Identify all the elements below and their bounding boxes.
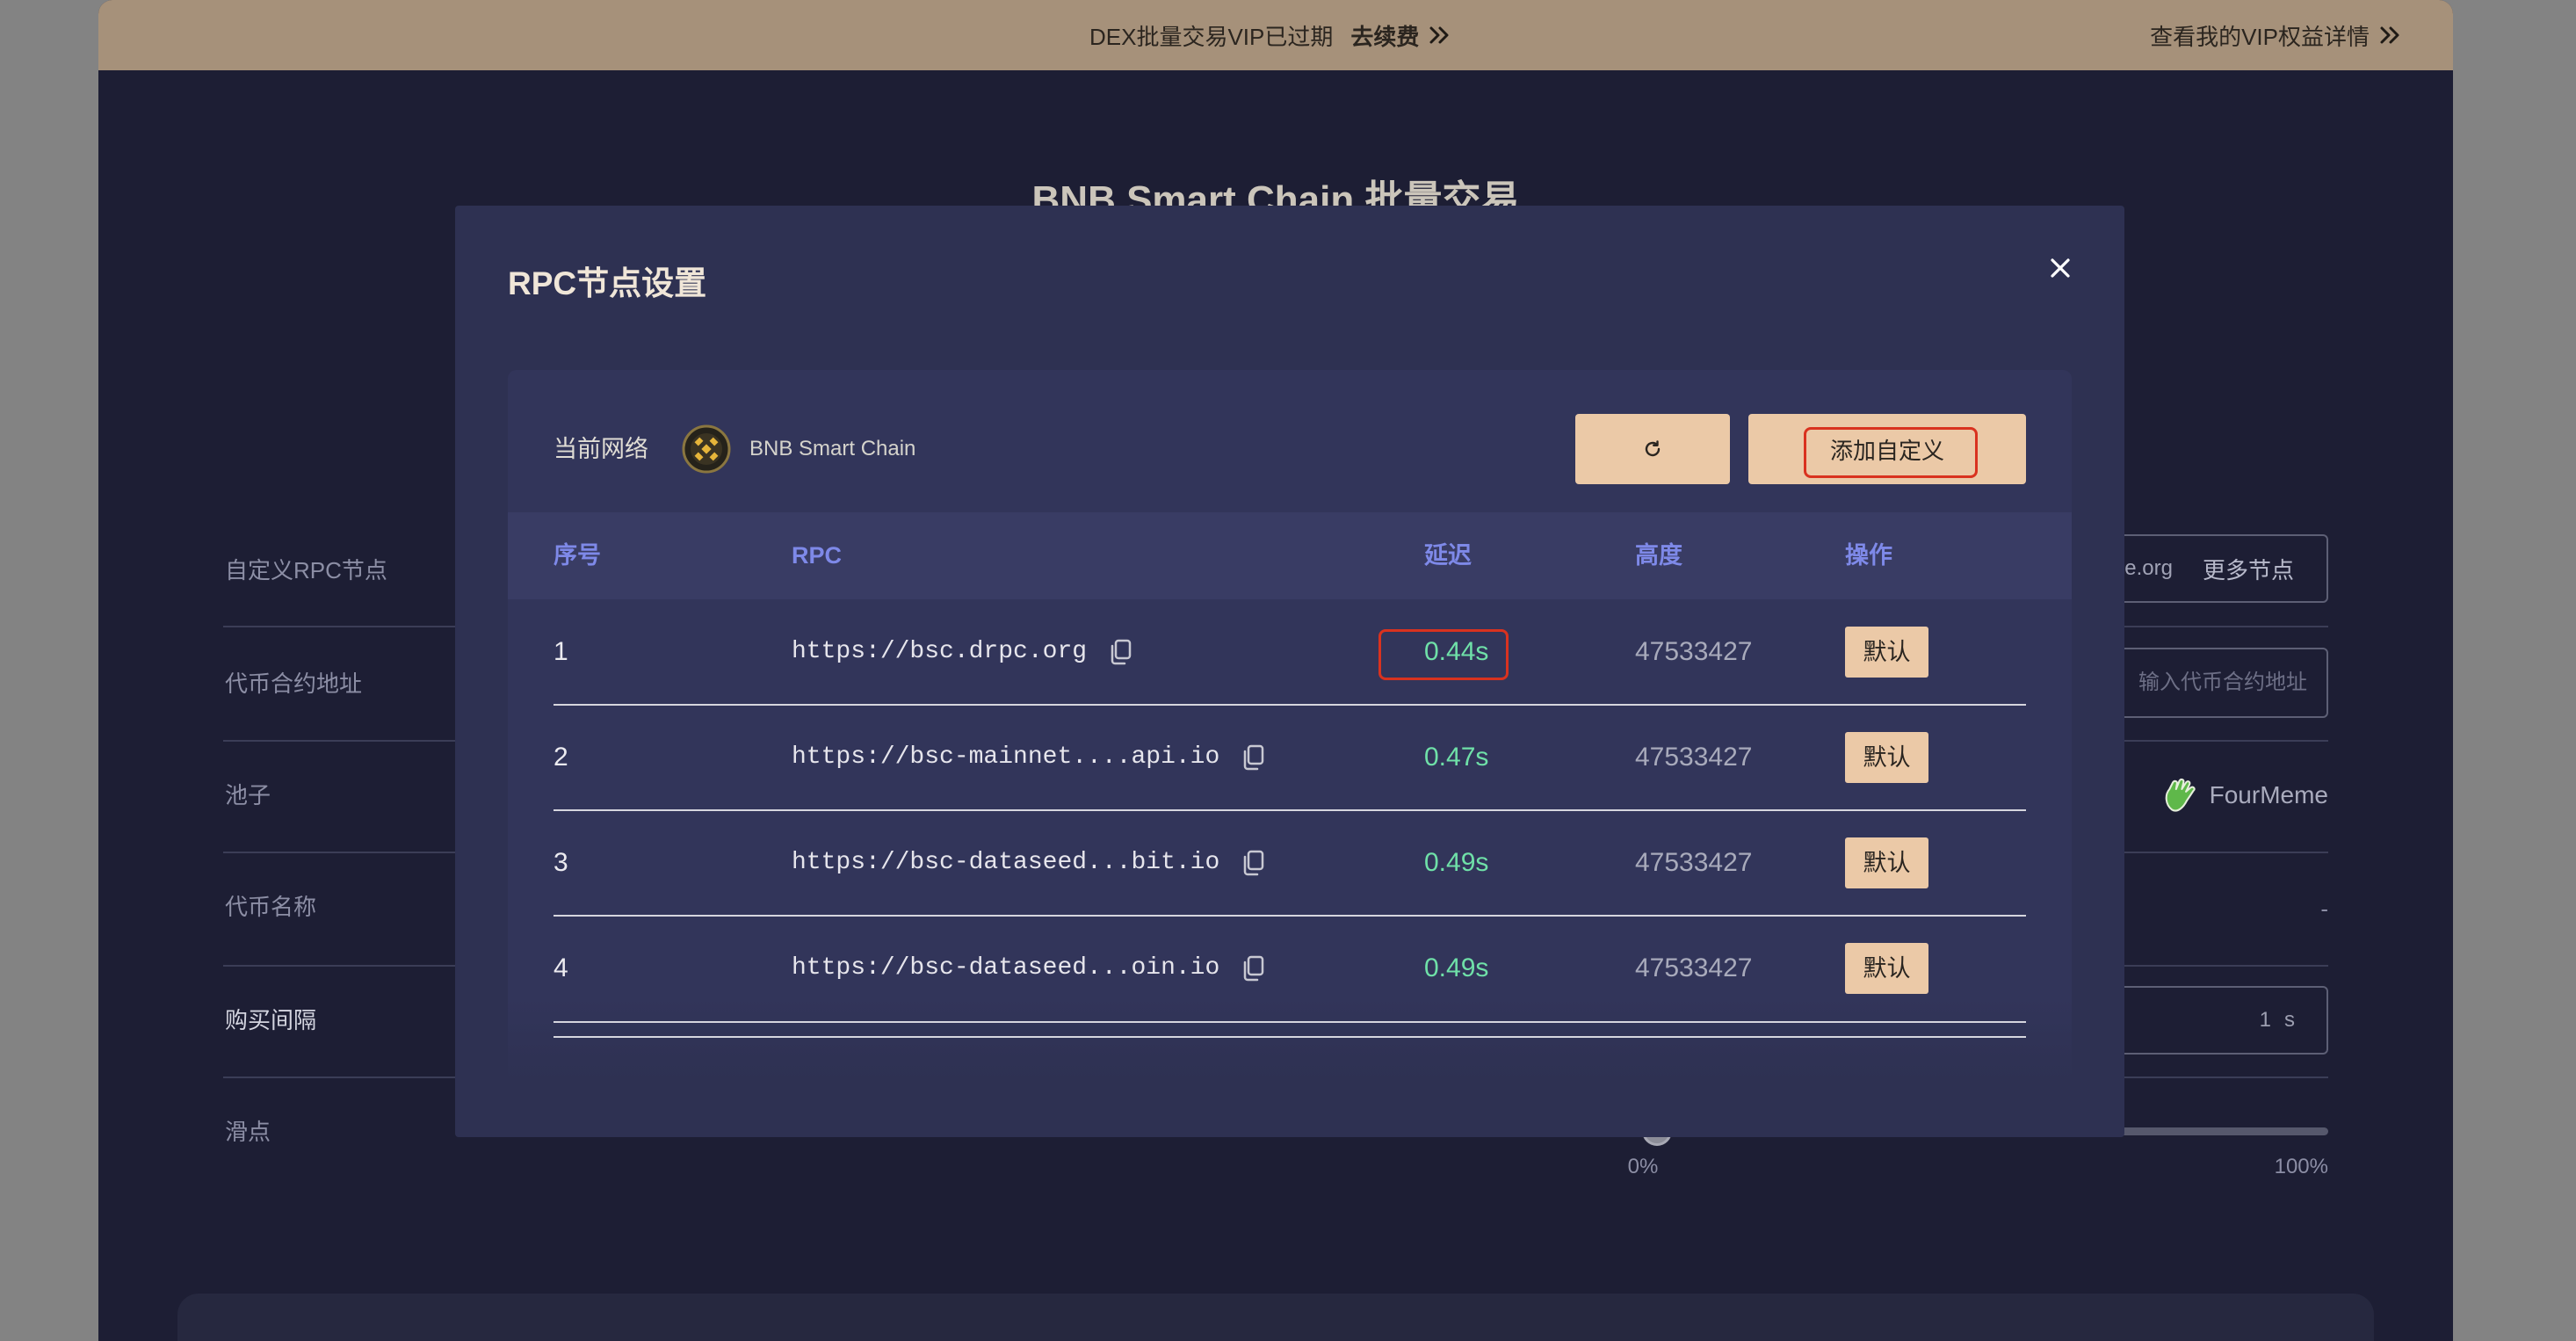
copy-icon[interactable] xyxy=(1241,955,1265,982)
table-row: 4 https://bsc-dataseed...oin.io 0.49s 47… xyxy=(508,916,2072,1021)
table-row: 3 https://bsc-dataseed...bit.io 0.49s 47… xyxy=(508,810,2072,916)
table-header: 序号 RPC 延迟 高度 操作 xyxy=(508,512,2072,599)
row-rpc: https://bsc-mainnet....api.io xyxy=(792,705,1265,810)
refresh-icon xyxy=(1645,440,1661,457)
rpc-settings-modal: RPC节点设置 当前网络 BNB Smart Chain 添加自定义 序号 RP… xyxy=(455,206,2124,1137)
table-bottom-divider xyxy=(554,1036,2026,1038)
set-default-button[interactable]: 默认 xyxy=(1845,732,1928,783)
lower-panel xyxy=(177,1294,2374,1341)
row-latency: 0.47s xyxy=(1424,743,1489,772)
row-rpc: https://bsc.drpc.org xyxy=(792,599,1132,705)
row-divider xyxy=(554,1021,2026,1023)
col-header-height: 高度 xyxy=(1635,542,1682,569)
col-header-index: 序号 xyxy=(554,542,601,569)
col-header-action: 操作 xyxy=(1845,542,1892,569)
table-row: 1 https://bsc.drpc.org 0.44s 47533427 默认 xyxy=(508,599,2072,705)
row-height: 47533427 xyxy=(1635,743,1753,772)
interval-value: 1 xyxy=(2259,1008,2271,1032)
token-name-value: - xyxy=(2320,895,2328,922)
pool-label: 池子 xyxy=(225,782,271,808)
row-index: 1 xyxy=(554,637,568,666)
pool-value: FourMeme xyxy=(2209,781,2328,808)
row-index: 3 xyxy=(554,848,568,877)
row-index: 2 xyxy=(554,743,568,772)
rpc-url: https://bsc-dataseed...bit.io xyxy=(792,849,1220,876)
close-button[interactable] xyxy=(2050,257,2071,279)
col-header-latency: 延迟 xyxy=(1424,542,1472,569)
row-height: 47533427 xyxy=(1635,637,1753,666)
set-default-button[interactable]: 默认 xyxy=(1845,837,1928,888)
pool-selector[interactable]: FourMeme xyxy=(2160,775,2328,815)
vip-details-label: 查看我的VIP权益详情 xyxy=(2150,23,2370,50)
set-default-button[interactable]: 默认 xyxy=(1845,627,1928,678)
network-name: BNB Smart Chain xyxy=(749,437,916,460)
row-rpc: https://bsc-dataseed...bit.io xyxy=(792,810,1265,916)
row-latency: 0.49s xyxy=(1424,848,1489,877)
more-nodes-button[interactable]: 更多节点 xyxy=(2203,553,2294,585)
highlight-box xyxy=(1804,427,1978,478)
table-row: 2 https://bsc-mainnet....api.io 0.47s 47… xyxy=(508,705,2072,810)
row-rpc: https://bsc-dataseed...oin.io xyxy=(792,916,1265,1021)
bnb-chain-icon xyxy=(682,424,731,474)
row-latency: 0.49s xyxy=(1424,953,1489,982)
double-chevron-right-icon xyxy=(2380,26,2399,44)
token-address-label: 代币合约地址 xyxy=(225,670,363,697)
vip-status-bar: DEX批量交易VIP已过期 去续费 xyxy=(1089,0,1451,70)
vip-status-text: DEX批量交易VIP已过期 xyxy=(1089,23,1334,50)
close-icon xyxy=(2051,258,2070,278)
highlight-box xyxy=(1378,629,1509,680)
rpc-url: https://bsc-mainnet....api.io xyxy=(792,743,1220,771)
set-default-button[interactable]: 默认 xyxy=(1845,943,1928,994)
renew-link[interactable]: 去续费 xyxy=(1350,19,1451,52)
refresh-button[interactable] xyxy=(1575,414,1730,484)
rpc-card: 当前网络 BNB Smart Chain 添加自定义 序号 RPC 延迟 高度 … xyxy=(508,370,2072,1082)
rpc-value: e.org xyxy=(2124,556,2173,580)
network-label: 当前网络 xyxy=(554,436,648,462)
double-chevron-right-icon xyxy=(1429,26,1449,44)
network-icon xyxy=(682,424,731,474)
copy-icon[interactable] xyxy=(1241,744,1265,771)
row-index: 4 xyxy=(554,953,568,982)
vip-details-link[interactable]: 查看我的VIP权益详情 xyxy=(2150,0,2402,70)
interval-label: 购买间隔 xyxy=(225,1007,317,1033)
col-header-rpc: RPC xyxy=(792,542,843,569)
renew-label: 去续费 xyxy=(1350,23,1420,50)
screen: DEX批量交易VIP已过期 去续费 查看我的VIP权益详情 BNB Smart … xyxy=(0,0,2576,1341)
rpc-label: 自定义RPC节点 xyxy=(225,557,387,584)
fourmeme-logo xyxy=(2165,778,2196,811)
copy-icon[interactable] xyxy=(1108,639,1132,665)
row-height: 47533427 xyxy=(1635,953,1753,982)
slippage-max-label: 100% xyxy=(2274,1155,2328,1178)
copy-icon[interactable] xyxy=(1241,850,1265,876)
slippage-min-label: 0% xyxy=(1627,1155,1659,1178)
interval-unit: s xyxy=(2284,1008,2295,1032)
slippage-label: 滑点 xyxy=(225,1119,271,1145)
rpc-url: https://bsc-dataseed...oin.io xyxy=(792,954,1220,982)
modal-title: RPC节点设置 xyxy=(508,265,707,301)
row-height: 47533427 xyxy=(1635,848,1753,877)
rpc-url: https://bsc.drpc.org xyxy=(792,638,1088,665)
token-name-label: 代币名称 xyxy=(225,894,317,920)
